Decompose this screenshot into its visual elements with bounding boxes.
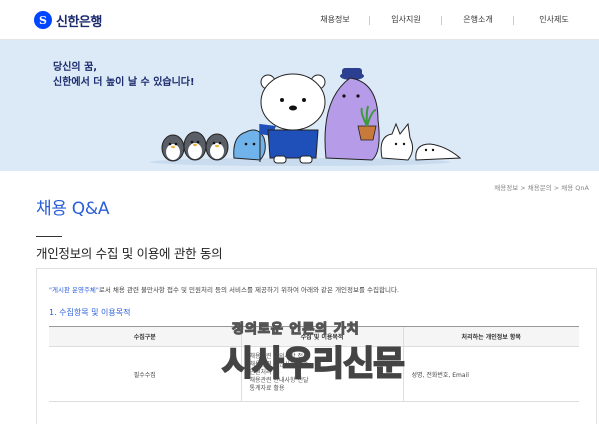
site-header: S 신한은행 채용정보 입사지원 은행소개 인사제도 (0, 0, 599, 40)
nav-label: 채용정보 (320, 15, 350, 24)
breadcrumb[interactable]: 채용정보 > 채용문의 > 채용 QnA (494, 182, 589, 192)
collection-table: 수집구분 수집 및 이용목적 처리하는 개인정보 항목 필수수집 채용관련 문의… (49, 326, 579, 402)
main-nav: 채용정보 입사지원 은행소개 인사제도 (300, 0, 594, 40)
purpose-item: 통계자료 활용 (249, 385, 285, 392)
personal-info-items: 성명, 전화번호, Email (402, 346, 579, 402)
purpose-list: 채용관련 문의사항 접수 채용관련 불만사항 접수 민원처리 채용관련 안내사항… (240, 346, 403, 402)
nav-label: 은행소개 (463, 15, 493, 24)
logo-text: 신한은행 (56, 14, 102, 30)
white-fox-icon (380, 122, 414, 161)
purpose-item: 채용관련 불만사항 접수 (249, 361, 309, 368)
section-title: 개인정보의 수집 및 이용에 관한 동의 (36, 246, 223, 261)
shinhan-logo-icon: S (34, 11, 52, 29)
nav-item-recruit-info[interactable]: 채용정보 (300, 0, 370, 40)
hero-banner: 당신의 꿈, 신한에서 더 높이 날 수 있습니다! (0, 40, 599, 171)
table-row: 필수수집 채용관련 문의사항 접수 채용관련 불만사항 접수 민원처리 채용관련… (49, 346, 579, 402)
penguin-icon (183, 131, 207, 161)
page-title: 채용 Q&A (36, 199, 110, 219)
seal-icon (415, 143, 462, 161)
shinhan-logo[interactable]: S 신한은행 (34, 10, 102, 30)
purpose-item: 채용관련 문의사항 접수 (249, 353, 309, 360)
penguin-icon (205, 133, 229, 161)
penguin-icon (161, 134, 185, 162)
title-divider (36, 236, 62, 237)
column-header: 수집구분 (49, 326, 241, 347)
intro-quoted-term: "게시판 운영주체" (49, 286, 99, 294)
column-header: 처리하는 개인정보 항목 (402, 326, 579, 347)
collection-category: 필수수집 (49, 346, 241, 402)
nav-item-about-bank[interactable]: 은행소개 (442, 0, 514, 40)
intro-text: "게시판 운영주체"로서 채용 관련 불만사항 접수 및 민원처리 등의 서비스… (49, 284, 399, 294)
table-header-row: 수집구분 수집 및 이용목적 처리하는 개인정보 항목 (49, 326, 579, 347)
intro-rest: 로서 채용 관련 불만사항 접수 및 민원처리 등의 서비스를 제공하기 위하여… (98, 286, 399, 294)
nav-item-hr-system[interactable]: 인사제도 (514, 0, 594, 40)
column-header: 수집 및 이용목적 (240, 326, 403, 347)
mascot-characters-illustration (150, 68, 462, 166)
privacy-consent-box: "게시판 운영주체"로서 채용 관련 불만사항 접수 및 민원처리 등의 서비스… (36, 268, 597, 424)
nav-label: 인사제도 (539, 15, 569, 24)
polar-bear-icon (260, 73, 326, 164)
nav-label: 입사지원 (391, 15, 421, 24)
subsection-heading: 1. 수집항목 및 이용목적 (49, 308, 131, 317)
nav-item-apply[interactable]: 입사지원 (370, 0, 442, 40)
purpose-item: 민원처리 (249, 369, 272, 376)
purpose-item: 채용관련 안내사항 전달 (249, 377, 309, 384)
